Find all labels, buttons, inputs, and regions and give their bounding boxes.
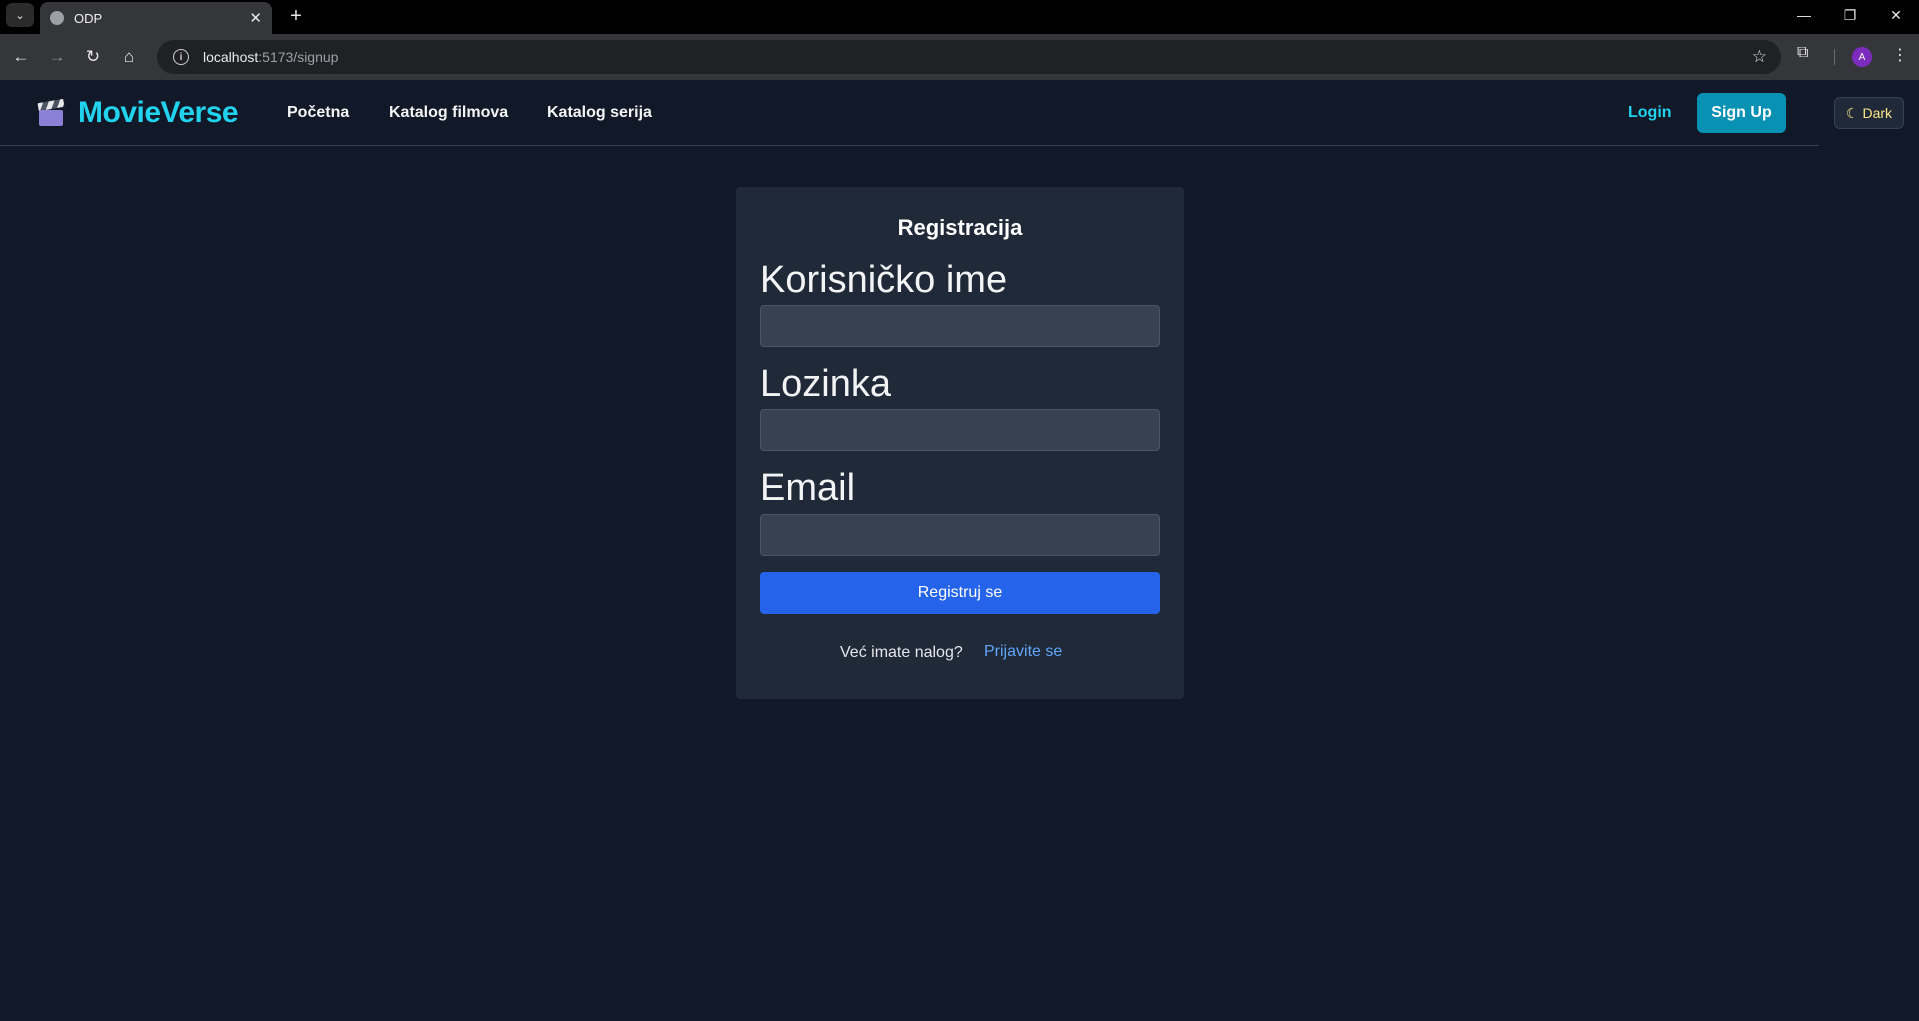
nav-movie-catalog[interactable]: Katalog filmova [389,104,508,122]
email-input[interactable] [760,514,1160,556]
signup-card: Registracija Korisničko ime Lozinka Emai… [736,187,1184,699]
form-title: Registracija [897,215,1023,240]
profile-avatar[interactable]: A [1852,47,1872,67]
nav-series-catalog[interactable]: Katalog serija [547,104,652,122]
extensions-icon[interactable]: ⧉ [1797,44,1808,62]
password-label: Lozinka [760,363,891,405]
bookmark-star-icon[interactable]: ☆ [1752,47,1767,67]
password-input[interactable] [760,409,1160,451]
brand-name: MovieVerse [78,96,239,129]
register-button[interactable]: Registruj se [760,572,1160,614]
url-host: localhost [203,49,259,65]
home-icon[interactable]: ⌂ [116,44,142,70]
theme-toggle-button[interactable]: ☾ Dark [1834,97,1904,129]
forward-icon[interactable]: → [44,44,70,70]
login-link-bottom[interactable]: Prijavite se [984,643,1062,661]
address-bar[interactable]: i localhost:5173/signup ☆ [157,40,1781,74]
back-icon[interactable]: ← [8,44,34,70]
email-label: Email [760,467,856,509]
signup-button[interactable]: Sign Up [1697,93,1786,133]
restore-icon[interactable]: ❐ [1827,0,1873,30]
login-link[interactable]: Login [1628,104,1672,122]
close-tab-icon[interactable]: ✕ [249,9,262,27]
username-label: Korisničko ime [760,259,1008,301]
browser-tab[interactable]: ODP ✕ [40,2,272,34]
moon-icon: ☾ [1845,104,1859,121]
app-header: MovieVerse Početna Katalog filmova Katal… [0,80,1819,146]
site-info-icon[interactable]: i [173,49,189,65]
browser-toolbar: ← → ↻ ⌂ i localhost:5173/signup ☆ [0,34,1919,80]
minimize-icon[interactable]: — [1781,0,1827,30]
close-window-icon[interactable]: ✕ [1873,0,1919,30]
url-path: :5173/signup [258,49,339,65]
username-input[interactable] [760,305,1160,347]
tab-search-icon[interactable]: ⌄ [6,3,34,27]
browser-menu-icon[interactable]: ⋮ [1892,45,1908,65]
nav-home[interactable]: Početna [287,104,349,122]
logo[interactable]: MovieVerse [36,96,239,130]
theme-label: Dark [1862,105,1893,121]
new-tab-icon[interactable]: + [283,3,309,29]
tab-title: ODP [74,10,103,26]
browser-tabbar: ⌄ ODP ✕ + — ❐ ✕ [0,0,1919,34]
clapperboard-icon [36,98,66,127]
login-prompt-text: Već imate nalog? [840,644,963,661]
toolbar-divider [1834,49,1835,65]
globe-icon [50,11,64,25]
reload-icon[interactable]: ↻ [80,44,106,70]
